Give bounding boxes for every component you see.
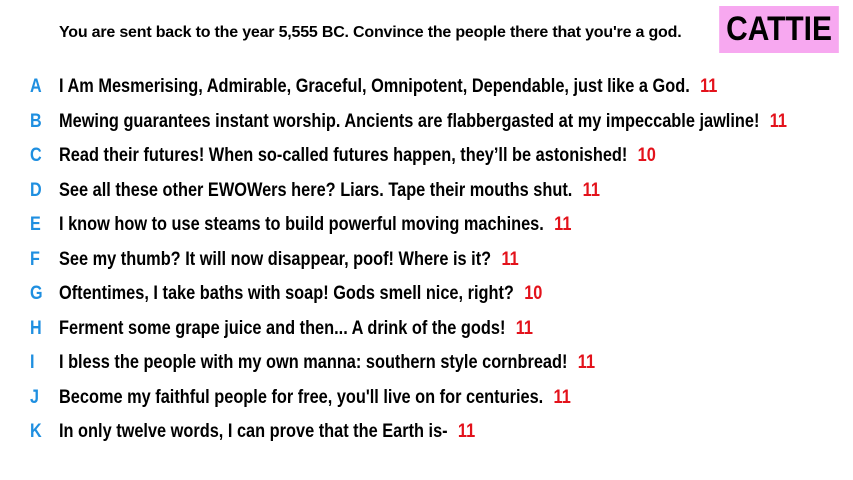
list-item: K In only twelve words, I can prove that… — [0, 415, 853, 450]
entry-score: 11 — [554, 214, 572, 236]
entry-line: See all these other EWOWers here? Liars.… — [59, 180, 600, 202]
entry-text: See my thumb? It will now disappear, poo… — [59, 248, 492, 270]
entry-text: Become my faithful people for free, you'… — [59, 386, 544, 408]
entry-letter: H — [30, 317, 42, 339]
entry-letter: A — [30, 76, 42, 98]
list-item: B Mewing guarantees instant worship. Anc… — [0, 105, 853, 140]
entry-letter: D — [30, 179, 42, 201]
list-item: G Oftentimes, I take baths with soap! Go… — [0, 277, 853, 312]
entry-text: Mewing guarantees instant worship. Ancie… — [59, 110, 760, 132]
entry-score: 11 — [515, 317, 533, 339]
entries-list: A I Am Mesmerising, Admirable, Graceful,… — [0, 70, 853, 450]
prompt-text: You are sent back to the year 5,555 BC. … — [59, 24, 682, 41]
entry-line: I bless the people with my own manna: so… — [59, 352, 595, 374]
entry-score: 11 — [700, 76, 718, 98]
entry-score: 11 — [582, 179, 600, 201]
entry-line: See my thumb? It will now disappear, poo… — [59, 249, 519, 271]
entry-score: 11 — [553, 386, 571, 408]
entry-score: 11 — [457, 421, 476, 443]
entry-text: I Am Mesmerising, Admirable, Graceful, O… — [59, 76, 690, 98]
entry-line: Ferment some grape juice and then... A d… — [59, 318, 533, 340]
list-item: I I bless the people with my own manna: … — [0, 346, 853, 381]
list-item: E I know how to use steams to build powe… — [0, 208, 853, 243]
entry-line: In only twelve words, I can prove that t… — [59, 421, 475, 443]
entry-line: Mewing guarantees instant worship. Ancie… — [59, 111, 787, 133]
list-item: A I Am Mesmerising, Admirable, Graceful,… — [0, 70, 853, 105]
list-item: C Read their futures! When so-called fut… — [0, 139, 853, 174]
entry-letter: G — [30, 283, 43, 305]
entry-letter: B — [30, 110, 42, 132]
list-item: F See my thumb? It will now disappear, p… — [0, 243, 853, 278]
entry-text: See all these other EWOWers here? Liars.… — [59, 179, 573, 201]
list-item: H Ferment some grape juice and then... A… — [0, 312, 853, 347]
contestant-badge: CATTIE — [719, 6, 839, 53]
entry-score: 11 — [501, 248, 519, 270]
contestant-name: CATTIE — [726, 10, 832, 48]
entry-line: Become my faithful people for free, you'… — [59, 387, 571, 409]
entry-line: Read their futures! When so-called futur… — [59, 145, 656, 167]
entry-text: Ferment some grape juice and then... A d… — [59, 317, 506, 339]
entry-letter: J — [30, 386, 39, 408]
entry-text: Read their futures! When so-called futur… — [59, 145, 628, 167]
entry-text: I know how to use steams to build powerf… — [59, 214, 544, 236]
entry-text: I bless the people with my own manna: so… — [59, 352, 568, 374]
entry-score: 11 — [769, 110, 787, 132]
entry-text: Oftentimes, I take baths with soap! Gods… — [59, 283, 514, 305]
entry-score: 10 — [637, 145, 656, 167]
entry-letter: C — [30, 145, 42, 167]
entry-score: 10 — [524, 283, 543, 305]
entry-line: Oftentimes, I take baths with soap! Gods… — [59, 283, 542, 305]
entry-text: In only twelve words, I can prove that t… — [59, 421, 448, 443]
list-item: J Become my faithful people for free, yo… — [0, 381, 853, 416]
entry-letter: I — [30, 352, 35, 374]
entry-letter: K — [30, 421, 42, 443]
entry-letter: F — [30, 248, 40, 270]
entry-score: 11 — [577, 352, 596, 374]
list-item: D See all these other EWOWers here? Liar… — [0, 174, 853, 209]
entry-line: I Am Mesmerising, Admirable, Graceful, O… — [59, 76, 717, 98]
entry-letter: E — [30, 214, 41, 236]
entry-line: I know how to use steams to build powerf… — [59, 214, 571, 236]
